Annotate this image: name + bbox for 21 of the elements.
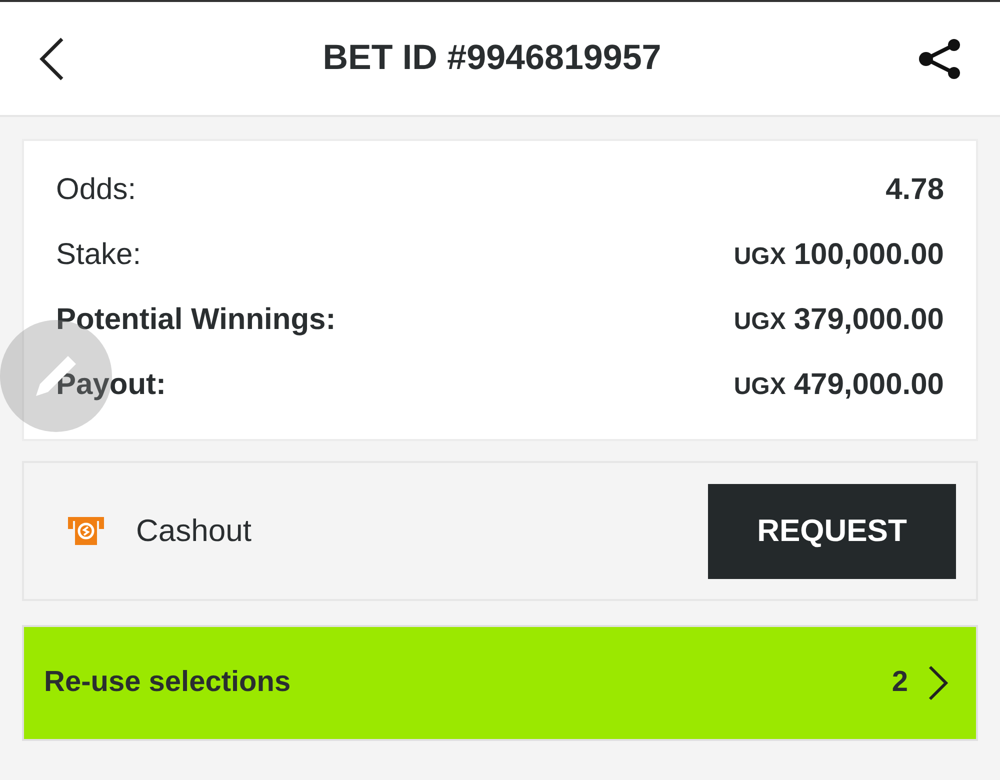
summary-value: 100,000.00 bbox=[794, 237, 944, 273]
request-button[interactable]: REQUEST bbox=[708, 484, 956, 578]
cashout-label: Cashout bbox=[136, 512, 252, 550]
summary-label: Potential Winnings: bbox=[56, 302, 336, 338]
summary-label: Odds: bbox=[56, 172, 136, 208]
summary-value: 4.78 bbox=[886, 172, 944, 208]
reuse-selections-bar[interactable]: Re-use selections 2 bbox=[22, 625, 978, 741]
summary-label: Payout: bbox=[56, 367, 166, 403]
currency-code: UGX bbox=[734, 372, 786, 402]
cashout-icon bbox=[66, 515, 106, 547]
page-title: BET ID #9946819957 bbox=[322, 37, 662, 80]
summary-value: 479,000.00 bbox=[794, 367, 944, 403]
summary-label: Stake: bbox=[56, 237, 142, 273]
currency-code: UGX bbox=[734, 307, 786, 337]
chevron-right-icon bbox=[928, 665, 948, 701]
share-icon[interactable] bbox=[918, 38, 962, 78]
selection-count: 2 bbox=[892, 665, 908, 700]
summary-value: 379,000.00 bbox=[794, 302, 944, 338]
reuse-label: Re-use selections bbox=[44, 665, 292, 700]
back-icon[interactable] bbox=[38, 36, 66, 80]
currency-code: UGX bbox=[734, 242, 786, 272]
